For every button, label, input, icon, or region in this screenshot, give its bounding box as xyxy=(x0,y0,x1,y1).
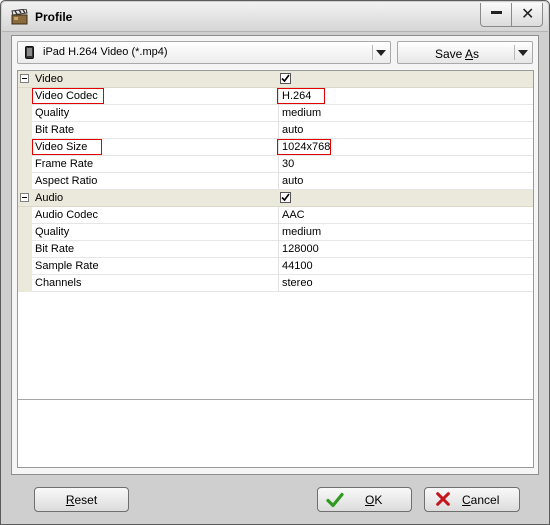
property-value[interactable]: stereo xyxy=(282,277,313,289)
video-enabled-checkbox[interactable] xyxy=(280,73,291,84)
property-value[interactable]: 1024x768 xyxy=(282,141,330,153)
property-name: Frame Rate xyxy=(35,158,94,170)
property-row[interactable]: Quality medium xyxy=(18,105,533,122)
property-name: Sample Rate xyxy=(35,260,99,272)
property-row[interactable]: Frame Rate 30 xyxy=(18,156,533,173)
property-row[interactable]: Audio Codec AAC xyxy=(18,207,533,224)
category-label: Audio xyxy=(35,192,64,204)
checkmark-icon xyxy=(281,74,290,83)
profile-dialog: Profile ✕ iPad H.264 Video (*.mp4) Save … xyxy=(0,0,550,525)
clapperboard-icon xyxy=(11,9,28,25)
cancel-label: Cancel xyxy=(462,493,500,507)
property-name: Aspect Ratio xyxy=(35,175,98,187)
category-row-video[interactable]: Video xyxy=(18,71,533,88)
property-name: Video Size xyxy=(35,141,88,153)
property-value[interactable]: 44100 xyxy=(282,260,313,272)
profile-select[interactable]: iPad H.264 Video (*.mp4) xyxy=(17,41,391,64)
property-name: Quality xyxy=(35,226,70,238)
property-name: Bit Rate xyxy=(35,124,75,136)
property-name: Video Codec xyxy=(35,90,98,102)
cancel-button[interactable]: Cancel xyxy=(424,487,520,512)
property-name: Bit Rate xyxy=(35,243,75,255)
ok-label: OK xyxy=(365,493,383,507)
property-row[interactable]: Video Codec H.264 xyxy=(18,88,533,105)
close-icon: ✕ xyxy=(521,4,535,23)
collapse-toggle-icon[interactable] xyxy=(20,193,29,202)
reset-button[interactable]: Reset xyxy=(34,487,129,512)
property-grid[interactable]: Video Video Codec H.264 Quality medium B… xyxy=(17,70,534,468)
save-as-separator xyxy=(514,45,515,60)
property-row[interactable]: Bit Rate 128000 xyxy=(18,241,533,258)
ipad-device-icon xyxy=(25,46,34,59)
reset-label: Reset xyxy=(65,493,98,507)
checkmark-icon xyxy=(326,492,344,508)
property-row[interactable]: Aspect Ratio auto xyxy=(18,173,533,190)
property-value[interactable]: H.264 xyxy=(282,90,311,102)
title-bar[interactable]: Profile ✕ xyxy=(2,2,548,32)
save-as-label: Save As xyxy=(434,47,480,61)
property-value[interactable]: auto xyxy=(282,124,303,136)
property-name: Channels xyxy=(35,277,82,289)
collapse-toggle-icon[interactable] xyxy=(20,74,29,83)
window-title: Profile xyxy=(35,10,73,24)
close-button[interactable]: ✕ xyxy=(511,3,543,27)
chevron-down-icon[interactable] xyxy=(518,50,528,56)
minimize-icon xyxy=(491,11,502,14)
property-value[interactable]: medium xyxy=(282,226,321,238)
property-row[interactable]: Video Size 1024x768 xyxy=(18,139,533,156)
property-value[interactable]: 128000 xyxy=(282,243,319,255)
property-row[interactable]: Channels stereo xyxy=(18,275,533,292)
save-as-button[interactable]: Save As xyxy=(397,41,533,64)
checkmark-icon xyxy=(281,193,290,202)
category-label: Video xyxy=(35,73,63,85)
combo-separator xyxy=(372,45,373,60)
property-value[interactable]: AAC xyxy=(282,209,305,221)
property-row[interactable]: Sample Rate 44100 xyxy=(18,258,533,275)
category-row-audio[interactable]: Audio xyxy=(18,190,533,207)
property-name: Quality xyxy=(35,107,70,119)
minimize-button[interactable] xyxy=(480,3,512,27)
chevron-down-icon[interactable] xyxy=(376,50,386,56)
description-divider xyxy=(18,399,533,400)
property-row[interactable]: Quality medium xyxy=(18,224,533,241)
audio-enabled-checkbox[interactable] xyxy=(280,192,291,203)
property-row[interactable]: Bit Rate auto xyxy=(18,122,533,139)
property-value[interactable]: auto xyxy=(282,175,303,187)
property-name: Audio Codec xyxy=(35,209,98,221)
property-value[interactable]: medium xyxy=(282,107,321,119)
red-x-icon xyxy=(436,492,450,506)
profile-select-value: iPad H.264 Video (*.mp4) xyxy=(43,46,168,58)
ok-button[interactable]: OK xyxy=(317,487,412,512)
property-value[interactable]: 30 xyxy=(282,158,294,170)
